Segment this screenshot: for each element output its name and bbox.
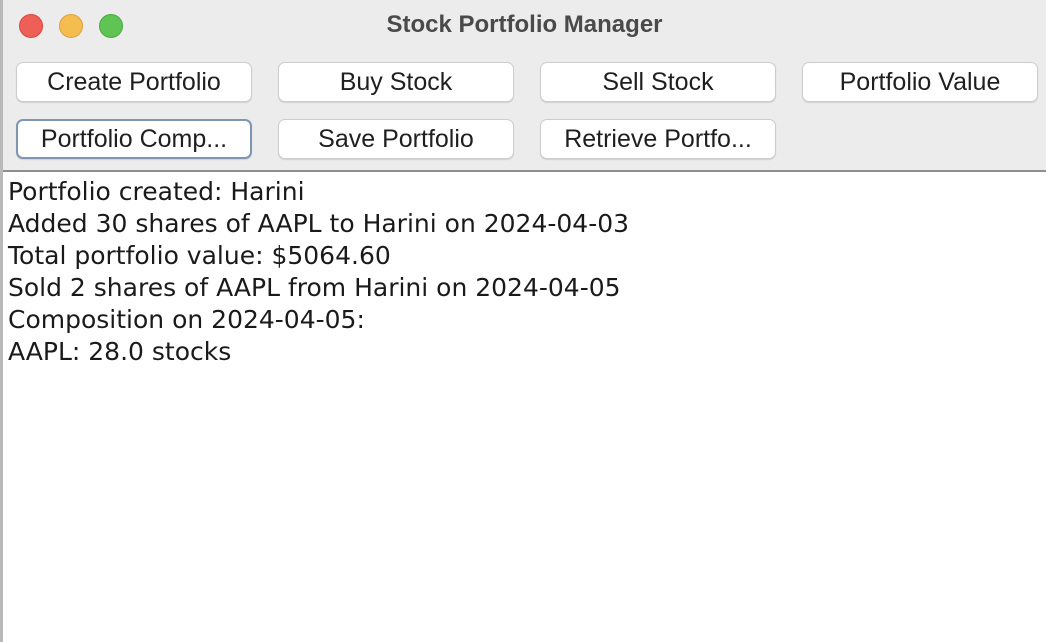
output-text-area[interactable]: Portfolio created: Harini Added 30 share… [3,172,1046,642]
app-window: Stock Portfolio Manager Create Portfolio… [0,0,1046,642]
portfolio-composition-button[interactable]: Portfolio Comp... [16,119,252,159]
output-line: Composition on 2024-04-05: [8,305,365,334]
output-line: Total portfolio value: $5064.60 [8,241,391,270]
output-line: Added 30 shares of AAPL to Harini on 202… [8,209,630,238]
sell-stock-button[interactable]: Sell Stock [540,62,776,102]
retrieve-portfolio-button[interactable]: Retrieve Portfo... [540,119,776,159]
output-line: Portfolio created: Harini [8,177,305,206]
output-line: Sold 2 shares of AAPL from Harini on 202… [8,273,621,302]
buy-stock-button[interactable]: Buy Stock [278,62,514,102]
title-bar[interactable]: Stock Portfolio Manager [3,0,1046,52]
portfolio-value-button[interactable]: Portfolio Value [802,62,1038,102]
button-panel: Create Portfolio Buy Stock Sell Stock Po… [3,52,1046,172]
output-line: AAPL: 28.0 stocks [8,337,232,366]
window-title: Stock Portfolio Manager [386,11,663,38]
save-portfolio-button[interactable]: Save Portfolio [278,119,514,159]
create-portfolio-button[interactable]: Create Portfolio [16,62,252,102]
